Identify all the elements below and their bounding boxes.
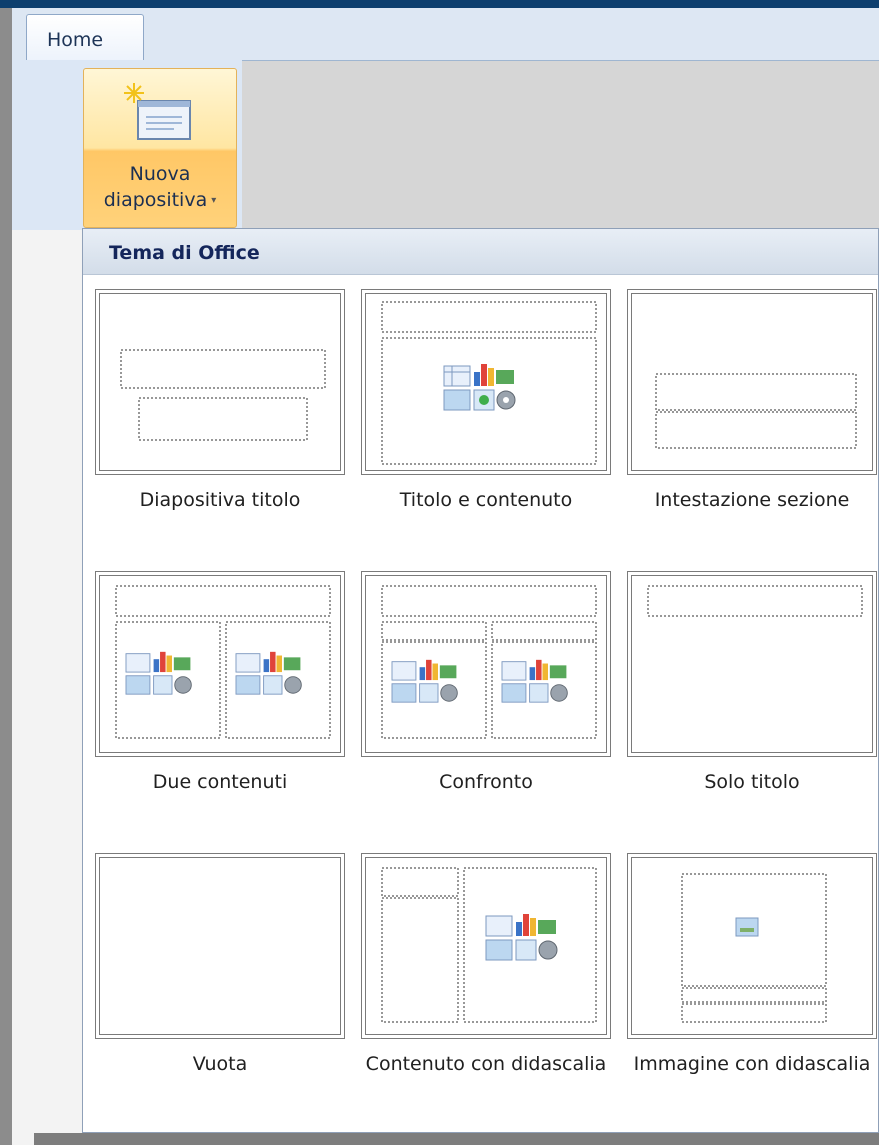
- title-content-layout-icon[interactable]: [361, 289, 611, 475]
- new-slide-icon: [124, 81, 196, 149]
- layout-option-title-content[interactable]: Titolo e contenuto: [361, 289, 611, 515]
- comparison-layout-icon[interactable]: [361, 571, 611, 757]
- gallery-title: Tema di Office: [109, 242, 260, 264]
- two-content-layout-icon[interactable]: [95, 571, 345, 757]
- layout-label: Diapositiva titolo: [139, 489, 301, 511]
- blank-layout-icon[interactable]: [95, 853, 345, 1039]
- layout-option-title-only[interactable]: Solo titolo: [627, 571, 877, 797]
- section-header-layout-icon[interactable]: [627, 289, 877, 475]
- layout-label: Confronto: [439, 771, 533, 793]
- layout-gallery-dropdown: Tema di Office Diapositiva titolo Titolo…: [82, 228, 879, 1133]
- title-only-layout-icon[interactable]: [627, 571, 877, 757]
- layout-label: Due contenuti: [152, 771, 288, 793]
- title-slide-layout-icon[interactable]: [95, 289, 345, 475]
- layout-option-picture-caption[interactable]: Immagine con didascalia: [627, 853, 877, 1079]
- layout-label: Solo titolo: [704, 771, 800, 793]
- layout-label: Titolo e contenuto: [399, 489, 573, 511]
- dropdown-arrow-icon[interactable]: ▾: [211, 195, 216, 206]
- gallery-header: Tema di Office: [83, 229, 878, 275]
- picture-caption-layout-icon[interactable]: [627, 853, 877, 1039]
- new-slide-button[interactable]: Nuova diapositiva ▾: [83, 68, 237, 228]
- layout-option-section-header[interactable]: Intestazione sezione: [627, 289, 877, 515]
- new-slide-label-line2: diapositiva: [103, 189, 208, 211]
- ribbon-tab-bar: Home: [12, 8, 879, 68]
- layout-label: Intestazione sezione: [654, 489, 850, 511]
- layout-option-content-caption[interactable]: Contenuto con didascalia: [361, 853, 611, 1079]
- layout-label: Vuota: [192, 1053, 248, 1075]
- gallery-bottom-edge: [34, 1133, 879, 1145]
- layout-label: Immagine con didascalia: [633, 1053, 871, 1075]
- window-frame-left: [0, 8, 12, 1145]
- layout-option-comparison[interactable]: Confronto: [361, 571, 611, 797]
- layout-option-blank[interactable]: Vuota: [95, 853, 345, 1079]
- new-slide-label-line1: Nuova: [129, 163, 191, 185]
- window-frame-top: [0, 0, 879, 8]
- new-slide-label: Nuova diapositiva ▾: [84, 161, 236, 214]
- content-caption-layout-icon[interactable]: [361, 853, 611, 1039]
- layout-label: Contenuto con didascalia: [365, 1053, 607, 1075]
- layout-option-title-slide[interactable]: Diapositiva titolo: [95, 289, 345, 515]
- layout-option-two-content[interactable]: Due contenuti: [95, 571, 345, 797]
- slide-pane-background: [12, 230, 83, 1145]
